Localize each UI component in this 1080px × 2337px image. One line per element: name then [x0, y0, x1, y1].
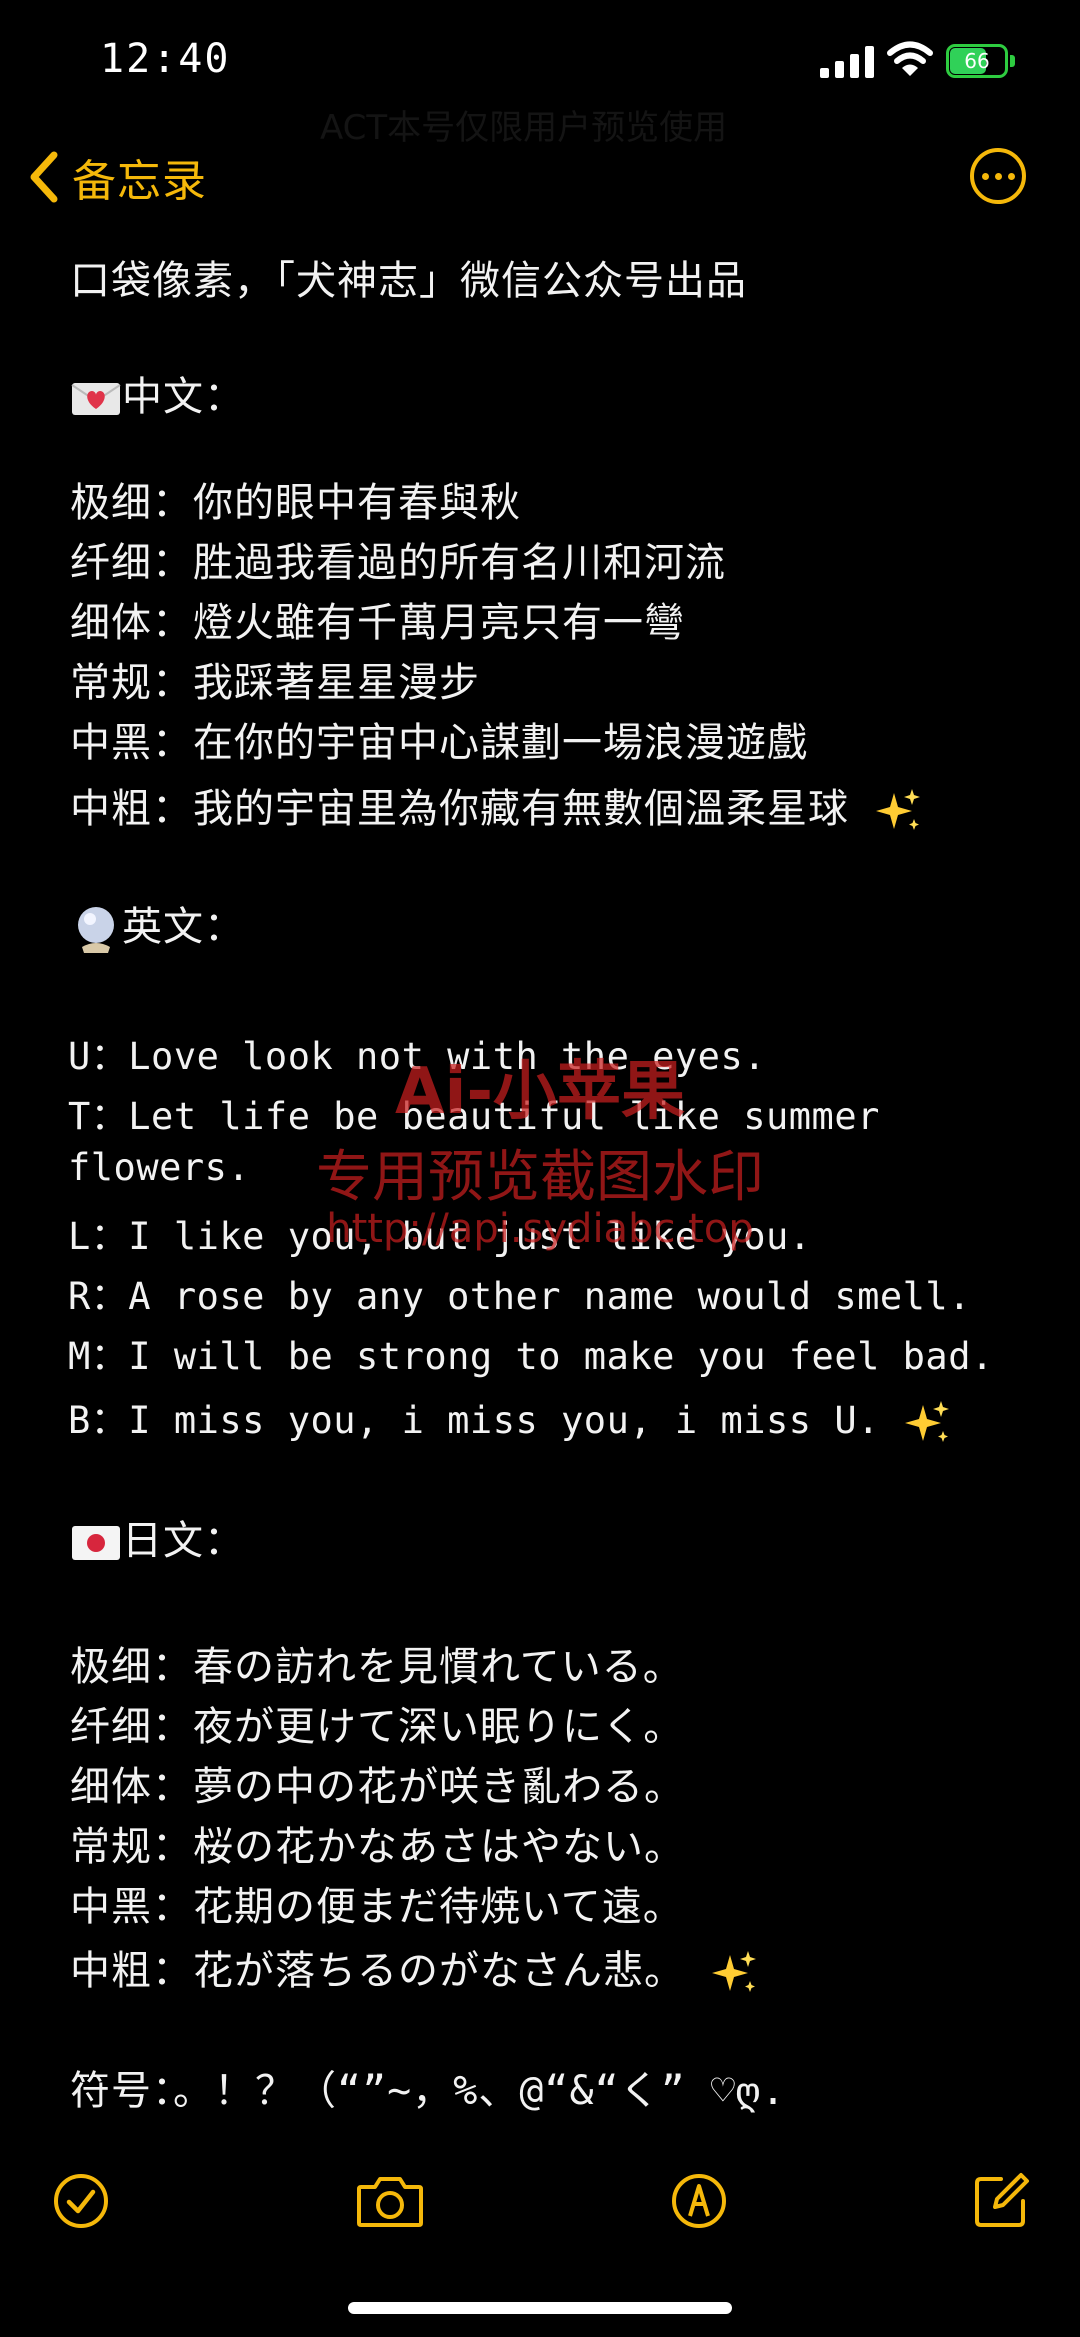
section-heading-label: 日文：: [122, 1518, 245, 1564]
cellular-signal-icon: [820, 46, 874, 78]
more-button[interactable]: [970, 148, 1026, 204]
chinese-line: 纤细：胜過我看過的所有名川和河流: [70, 540, 726, 586]
section-heading-label: 中文：: [122, 374, 245, 420]
chinese-line: 极细：你的眼中有春與秋: [70, 480, 521, 526]
english-line: R：A rose by any other name would smell.: [68, 1275, 971, 1318]
english-line-with-sparkles: B：I miss you, i miss you, i miss U.: [68, 1390, 953, 1447]
english-line: T：Let life be beautiful like summer: [68, 1095, 880, 1138]
wifi-icon: [887, 41, 933, 76]
back-label: 备忘录: [72, 156, 207, 207]
bottom-toolbar: [0, 2150, 1080, 2250]
section-heading-japanese: 日文：: [70, 1508, 245, 1566]
nav-bar: 备忘录: [0, 130, 1080, 220]
english-line: U：Love look not with the eyes.: [68, 1035, 767, 1078]
section-heading-english: 英文：: [70, 894, 245, 955]
japanese-line-with-sparkles: 中粗：花が落ちるのがなさん悲。: [70, 1938, 760, 1997]
japanese-line: 中黑：花期の便まだ待焼いて遠。: [70, 1884, 684, 1930]
chinese-line-with-sparkles: 中粗：我的宇宙里為你藏有無數個溫柔星球: [70, 776, 924, 835]
battery-indicator: 66: [946, 44, 1016, 78]
english-line: M：I will be strong to make you feel bad.: [68, 1335, 994, 1378]
japanese-line: 细体：夢の中の花が咲き亂わる。: [70, 1764, 685, 1810]
section-heading-label: 英文：: [122, 904, 245, 950]
checklist-icon: [54, 2174, 108, 2228]
japanese-line: 极细：春の訪れを見慣れている。: [70, 1644, 684, 1690]
sparkles-icon: [904, 1400, 949, 1442]
battery-tip: [1010, 55, 1015, 67]
camera-icon: [357, 2177, 423, 2227]
note-intro: 口袋像素，「犬神志」微信公众号出品: [70, 258, 747, 304]
chevron-left-icon: [30, 151, 58, 203]
camera-button[interactable]: [352, 2166, 428, 2236]
crystal-ball-icon: [78, 907, 114, 953]
watermark-subtitle: 专用预览截图水印: [316, 1145, 764, 1210]
chinese-line: 中黑：在你的宇宙中心謀劃一場浪漫遊戲: [70, 720, 808, 766]
section-heading-chinese: 中文：: [70, 364, 245, 422]
more-icon: [981, 172, 989, 180]
home-indicator[interactable]: [348, 2302, 732, 2314]
japanese-line: 纤细：夜が更けて深い眠りにく。: [70, 1704, 685, 1750]
love-letter-icon: [71, 383, 121, 415]
japan-flag-icon: [72, 1526, 120, 1560]
compose-button[interactable]: [966, 2166, 1036, 2236]
compose-icon: [975, 2173, 1029, 2227]
japanese-line: 常规：桜の花かなあさはやない。: [70, 1824, 685, 1870]
chinese-line: 中粗：我的宇宙里為你藏有無數個溫柔星球: [70, 786, 849, 832]
english-line: B：I miss you, i miss you, i miss U.: [68, 1399, 880, 1442]
markup-icon: [672, 2174, 726, 2228]
markup-button[interactable]: [664, 2166, 734, 2236]
symbols-line: 符号：。！？（“”~，%、@“&“く” ♡ღ.: [70, 2068, 787, 2114]
battery-percent: 66: [964, 49, 990, 73]
sparkles-icon: [712, 1951, 757, 1992]
english-line: flowers.: [68, 1146, 251, 1189]
english-line: L：I like you, but just like you.: [68, 1215, 812, 1258]
checklist-button[interactable]: [46, 2166, 116, 2236]
japanese-line: 中粗：花が落ちるのがなさん悲。: [70, 1948, 685, 1994]
back-button[interactable]: 备忘录: [28, 142, 207, 212]
sparkles-icon: [876, 789, 921, 830]
chinese-line: 细体：燈火雖有千萬月亮只有一彎: [70, 600, 685, 646]
chinese-line: 常规：我踩著星星漫步: [70, 660, 480, 706]
status-time: 12:40: [100, 36, 231, 82]
